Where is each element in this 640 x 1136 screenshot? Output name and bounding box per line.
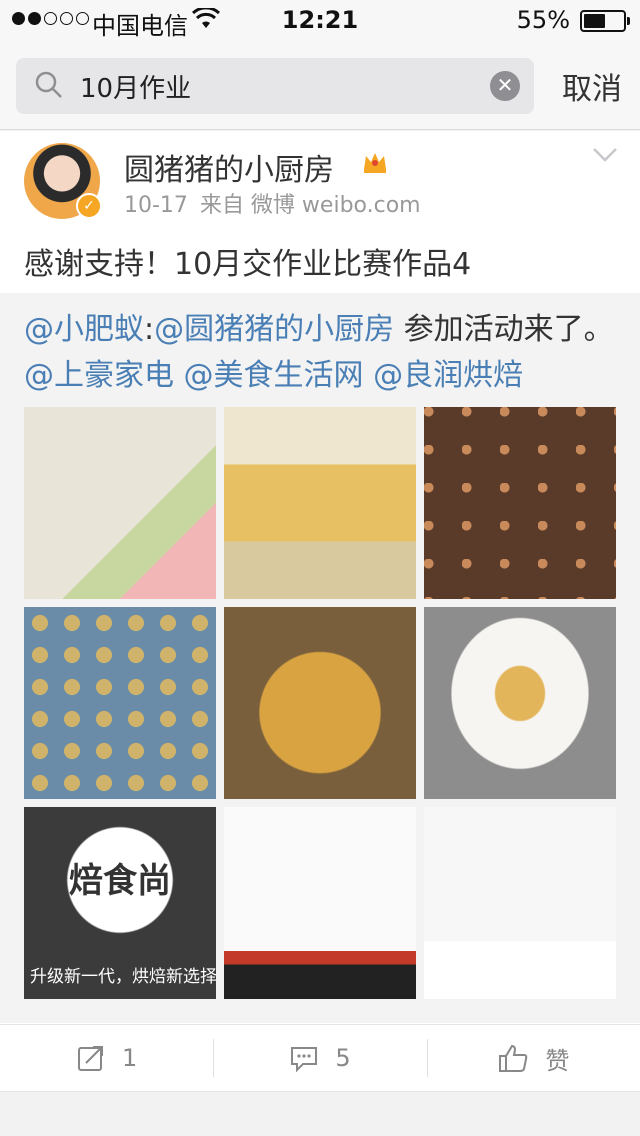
chevron-down-icon[interactable] [592,145,618,165]
reposted-content[interactable]: @小肥蚁:@圆猪猪的小厨房 参加活动来了。 @上豪家电 @美食生活网 @良润烘焙… [0,293,640,1023]
search-icon [35,71,62,98]
post-source: 来自 微博 weibo.com [199,193,421,218]
image-grid: 焙食尚 升级新一代，烘焙新选择 [24,407,616,1000]
cancel-button[interactable]: 取消 [562,64,622,108]
image-thumbnail[interactable] [224,407,416,599]
post-action-bar: 1 5 赞 [0,1024,640,1092]
repost-text: @小肥蚁:@圆猪猪的小厨房 参加活动来了。 @上豪家电 @美食生活网 @良润烘焙 [24,307,616,399]
mention-link[interactable]: @美食生活网 [184,358,364,393]
comment-button[interactable]: 5 [213,1025,426,1091]
like-button[interactable]: 赞 [426,1025,640,1091]
weibo-post-card: ✓ 圆猪猪的小厨房 10-17 来自 微博 weibo.com 感谢支持！10月交… [0,131,640,1091]
battery-icon [580,10,630,32]
comment-icon [291,1047,318,1073]
repost-colon: : [144,312,155,347]
search-header: ✕ 取消 [0,40,640,130]
clear-search-icon[interactable]: ✕ [490,71,520,101]
post-date: 10-17 [124,193,188,218]
search-box[interactable]: ✕ [16,58,534,114]
post-meta: 10-17 来自 微博 weibo.com [124,187,433,219]
battery-percent: 55% [516,6,570,34]
image-thumbnail[interactable] [24,607,216,799]
image-logo-text: 焙食尚 [69,861,171,901]
image-thumbnail[interactable] [424,607,616,799]
mention-link[interactable]: @圆猪猪的小厨房 [154,312,394,347]
status-bar: 中国电信 12:21 55% [0,0,640,40]
post-text: 感谢支持！10月交作业比赛作品4 [24,247,472,282]
mention-link[interactable]: @上豪家电 [24,358,174,393]
repost-button[interactable]: 1 [0,1025,213,1091]
repost-icon [78,1046,104,1071]
image-caption: 升级新一代，烘焙新选择 [30,967,216,987]
crown-vip-icon[interactable] [362,149,388,175]
image-thumbnail[interactable] [224,607,416,799]
search-input[interactable] [80,66,480,106]
post-author-name[interactable]: 圆猪猪的小厨房 [124,145,334,189]
mention-author[interactable]: @小肥蚁 [24,312,144,347]
verified-badge-icon: ✓ [76,193,102,219]
image-thumbnail[interactable] [24,407,216,599]
repost-body: 参加活动来了。 [394,312,614,347]
like-label: 赞 [545,1046,570,1075]
image-thumbnail[interactable] [424,807,616,999]
comment-count: 5 [335,1044,351,1072]
repost-count: 1 [122,1044,138,1072]
image-thumbnail[interactable]: 焙食尚 升级新一代，烘焙新选择 [24,807,216,999]
image-thumbnail[interactable] [424,407,616,599]
thumbs-up-icon [499,1044,528,1072]
image-thumbnail[interactable] [224,807,416,999]
mention-link[interactable]: @良润烘焙 [373,358,523,393]
